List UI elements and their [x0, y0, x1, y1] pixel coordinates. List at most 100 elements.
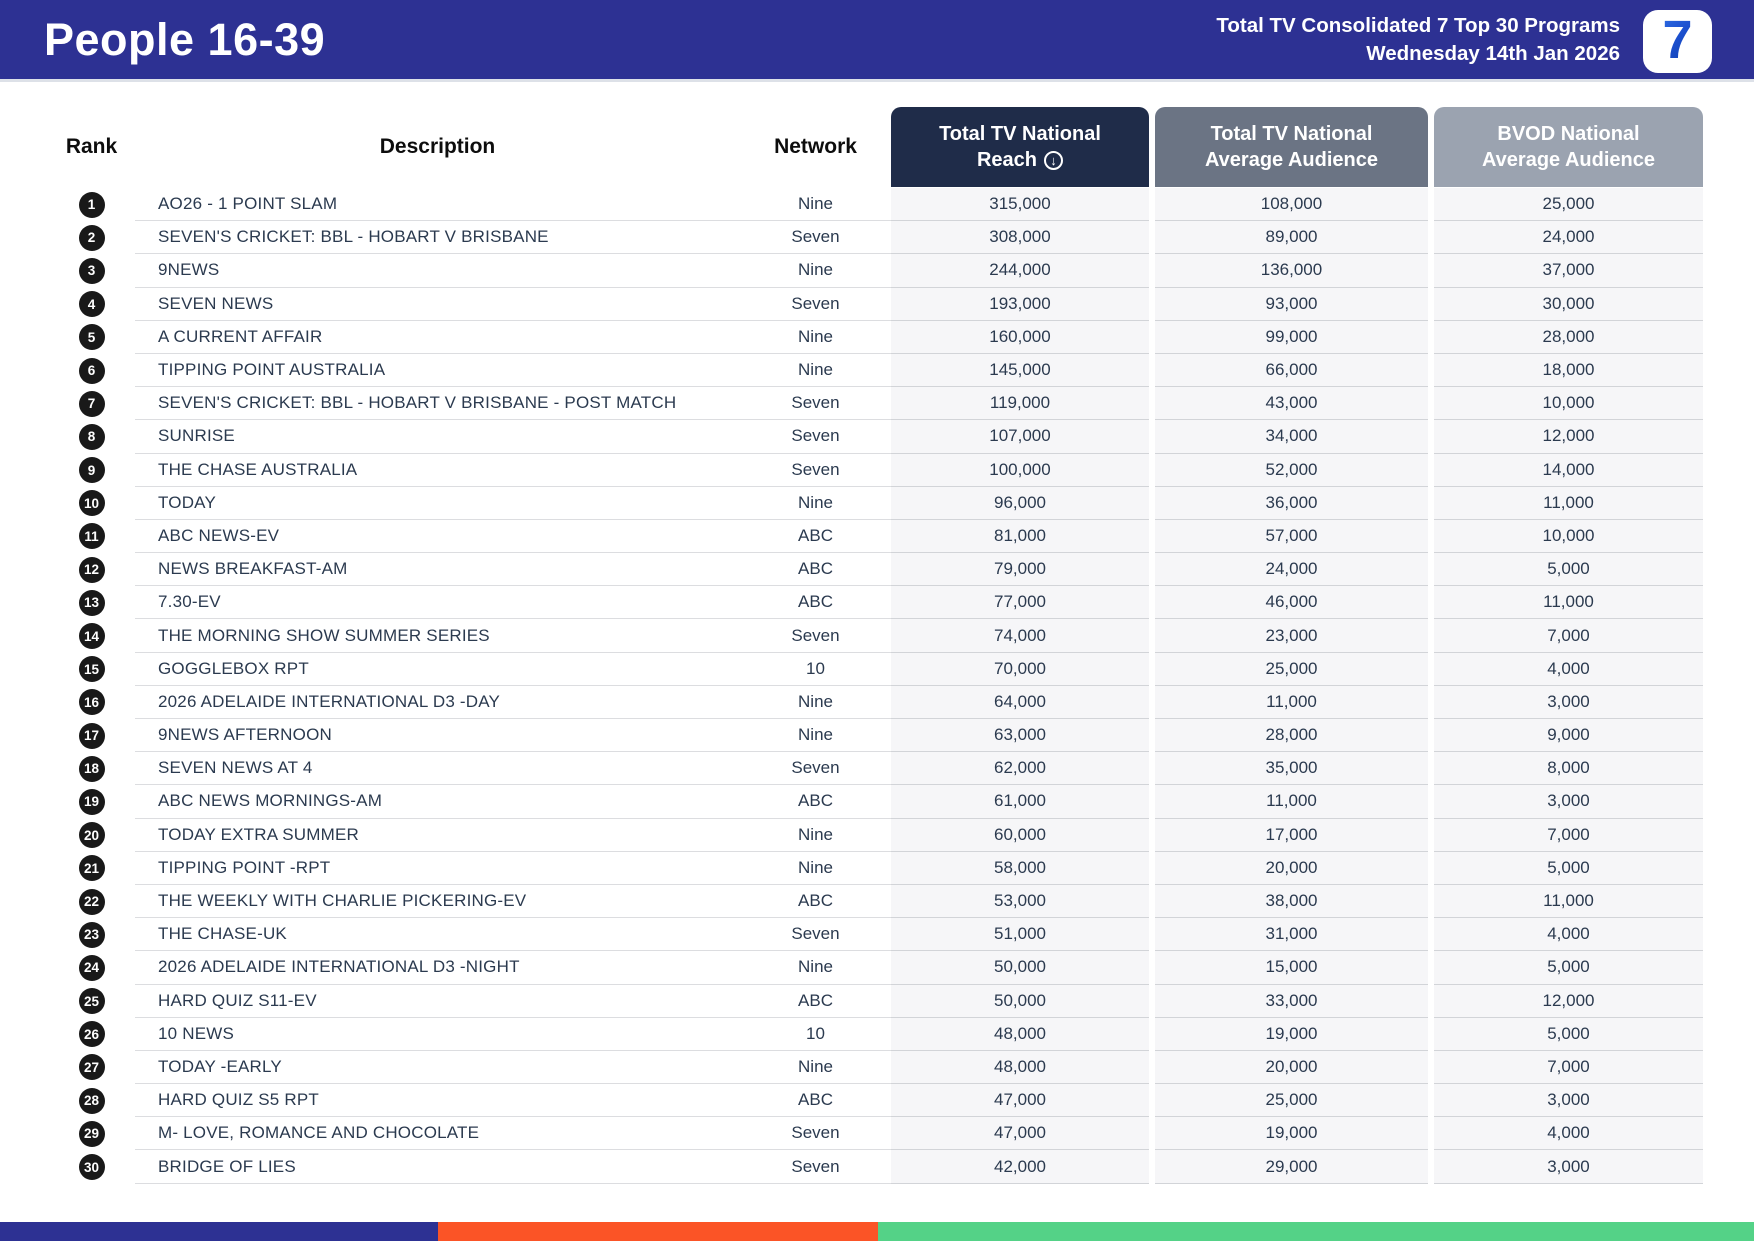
total-tv-average-audience-value: 23,000	[1155, 619, 1428, 653]
program-description: 2026 ADELAIDE INTERNATIONAL D3 -NIGHT	[135, 951, 740, 985]
total-tv-reach-value: 61,000	[891, 785, 1149, 819]
program-description: BRIDGE OF LIES	[135, 1150, 740, 1184]
bvod-average-audience-value: 7,000	[1434, 619, 1703, 653]
table-row: 27 TODAY -EARLY Nine 48,000 20,000 7,000	[48, 1050, 1703, 1085]
total-tv-reach-value: 96,000	[891, 486, 1149, 520]
rank-badge: 4	[78, 291, 105, 318]
rank-badge: 17	[78, 722, 105, 749]
column-header-total-tv-average-audience: Total TV National Average Audience	[1155, 107, 1428, 187]
program-network: ABC	[740, 885, 891, 919]
total-tv-reach-value: 70,000	[891, 652, 1149, 686]
bvod-average-audience-value: 5,000	[1434, 1017, 1703, 1051]
program-network: Nine	[740, 188, 891, 222]
total-tv-reach-value: 63,000	[891, 719, 1149, 753]
bvod-average-audience-value: 11,000	[1434, 884, 1703, 919]
total-tv-reach-value: 100,000	[891, 453, 1149, 487]
bvod-average-audience-value: 30,000	[1434, 287, 1703, 321]
rank-badge: 8	[78, 423, 105, 450]
program-description: SEVEN NEWS	[135, 288, 740, 321]
bvod-average-audience-value: 25,000	[1434, 188, 1703, 222]
program-network: Seven	[740, 619, 891, 653]
total-tv-reach-value: 77,000	[891, 586, 1149, 620]
total-tv-average-audience-value: 11,000	[1155, 685, 1428, 719]
program-description: THE MORNING SHOW SUMMER SERIES	[135, 619, 740, 653]
table-row: 28 HARD QUIZ S5 RPT ABC 47,000 25,000 3,…	[48, 1084, 1703, 1118]
total-tv-average-audience-value: 20,000	[1155, 851, 1428, 885]
bvod-average-audience-value: 28,000	[1434, 320, 1703, 354]
rank-badge: 27	[78, 1054, 105, 1081]
total-tv-reach-value: 47,000	[891, 1117, 1149, 1151]
program-description: HARD QUIZ S11-EV	[135, 985, 740, 1018]
total-tv-average-audience-value: 136,000	[1155, 254, 1428, 288]
program-network: Nine	[740, 852, 891, 885]
program-description: NEWS BREAKFAST-AM	[135, 553, 740, 587]
footer-bar-orange-segment	[438, 1222, 878, 1241]
total-tv-average-audience-value: 11,000	[1155, 785, 1428, 819]
bvod-average-audience-value: 11,000	[1434, 586, 1703, 620]
table-row: 30 BRIDGE OF LIES Seven 42,000 29,000 3,…	[48, 1150, 1703, 1184]
rank-badge: 14	[78, 623, 105, 650]
column-header-total-tv-reach[interactable]: Total TV National Reach ↓	[891, 107, 1149, 187]
total-tv-reach-value: 48,000	[891, 1017, 1149, 1051]
total-tv-average-audience-value: 20,000	[1155, 1050, 1428, 1085]
program-network: Nine	[740, 686, 891, 719]
program-network: Seven	[740, 454, 891, 487]
rank-badge: 15	[78, 656, 105, 683]
program-network: Nine	[740, 354, 891, 388]
bvod-average-audience-value: 5,000	[1434, 553, 1703, 587]
rank-badge: 5	[78, 324, 105, 351]
total-tv-average-audience-value: 19,000	[1155, 1017, 1428, 1051]
rank-badge: 25	[78, 988, 105, 1015]
total-tv-reach-value: 58,000	[891, 851, 1149, 885]
program-description: M- LOVE, ROMANCE AND CHOCOLATE	[135, 1117, 740, 1151]
program-description: THE CHASE-UK	[135, 918, 740, 952]
bvod-average-audience-value: 37,000	[1434, 254, 1703, 288]
program-network: ABC	[740, 985, 891, 1018]
bvod-average-audience-value: 5,000	[1434, 851, 1703, 885]
page-title: People 16-39	[44, 13, 326, 65]
program-description: TIPPING POINT AUSTRALIA	[135, 354, 740, 388]
total-tv-reach-value: 79,000	[891, 553, 1149, 587]
rank-badge: 30	[78, 1154, 105, 1181]
total-tv-average-audience-value: 89,000	[1155, 221, 1428, 255]
rank-badge: 29	[78, 1120, 105, 1147]
program-description: SEVEN'S CRICKET: BBL - HOBART V BRISBANE	[135, 221, 740, 255]
total-tv-average-audience-value: 108,000	[1155, 188, 1428, 222]
total-tv-reach-value: 74,000	[891, 619, 1149, 653]
total-tv-average-audience-value: 38,000	[1155, 884, 1428, 919]
seven-logo-glyph: 7	[1662, 9, 1693, 70]
bvod-average-audience-value: 12,000	[1434, 420, 1703, 454]
total-tv-average-audience-value: 19,000	[1155, 1117, 1428, 1151]
program-description: SUNRISE	[135, 420, 740, 454]
total-tv-average-audience-value: 25,000	[1155, 1084, 1428, 1118]
table-row: 15 GOGGLEBOX RPT 10 70,000 25,000 4,000	[48, 652, 1703, 686]
rank-badge: 21	[78, 855, 105, 882]
program-description: ABC NEWS MORNINGS-AM	[135, 785, 740, 819]
program-network: ABC	[740, 785, 891, 819]
rank-badge: 23	[78, 921, 105, 948]
program-description: THE WEEKLY WITH CHARLIE PICKERING-EV	[135, 885, 740, 919]
bvod-average-audience-value: 3,000	[1434, 685, 1703, 719]
table-row: 13 7.30-EV ABC 77,000 46,000 11,000	[48, 586, 1703, 620]
bvod-average-audience-value: 10,000	[1434, 519, 1703, 554]
program-network: 10	[740, 653, 891, 686]
table-header-row: Rank Description Network Total TV Nation…	[48, 107, 1703, 187]
table-row: 29 M- LOVE, ROMANCE AND CHOCOLATE Seven …	[48, 1117, 1703, 1151]
column-header-rank: Rank	[65, 135, 118, 158]
rank-badge: 24	[78, 954, 105, 981]
bvod-average-audience-value: 7,000	[1434, 818, 1703, 852]
sort-descending-icon[interactable]: ↓	[1044, 150, 1064, 170]
program-description: THE CHASE AUSTRALIA	[135, 454, 740, 487]
program-description: ABC NEWS-EV	[135, 520, 740, 554]
program-network: 10	[740, 1018, 891, 1051]
total-tv-average-audience-value: 28,000	[1155, 719, 1428, 753]
program-description: SEVEN NEWS AT 4	[135, 752, 740, 786]
table-row: 7 SEVEN'S CRICKET: BBL - HOBART V BRISBA…	[48, 387, 1703, 421]
bvod-average-audience-value: 5,000	[1434, 951, 1703, 985]
total-tv-reach-value: 62,000	[891, 752, 1149, 786]
total-tv-reach-value: 60,000	[891, 818, 1149, 852]
bvod-average-audience-value: 14,000	[1434, 453, 1703, 487]
program-description: A CURRENT AFFAIR	[135, 321, 740, 354]
footer-bar-blue-segment	[0, 1222, 438, 1241]
bvod-average-audience-value: 11,000	[1434, 486, 1703, 520]
